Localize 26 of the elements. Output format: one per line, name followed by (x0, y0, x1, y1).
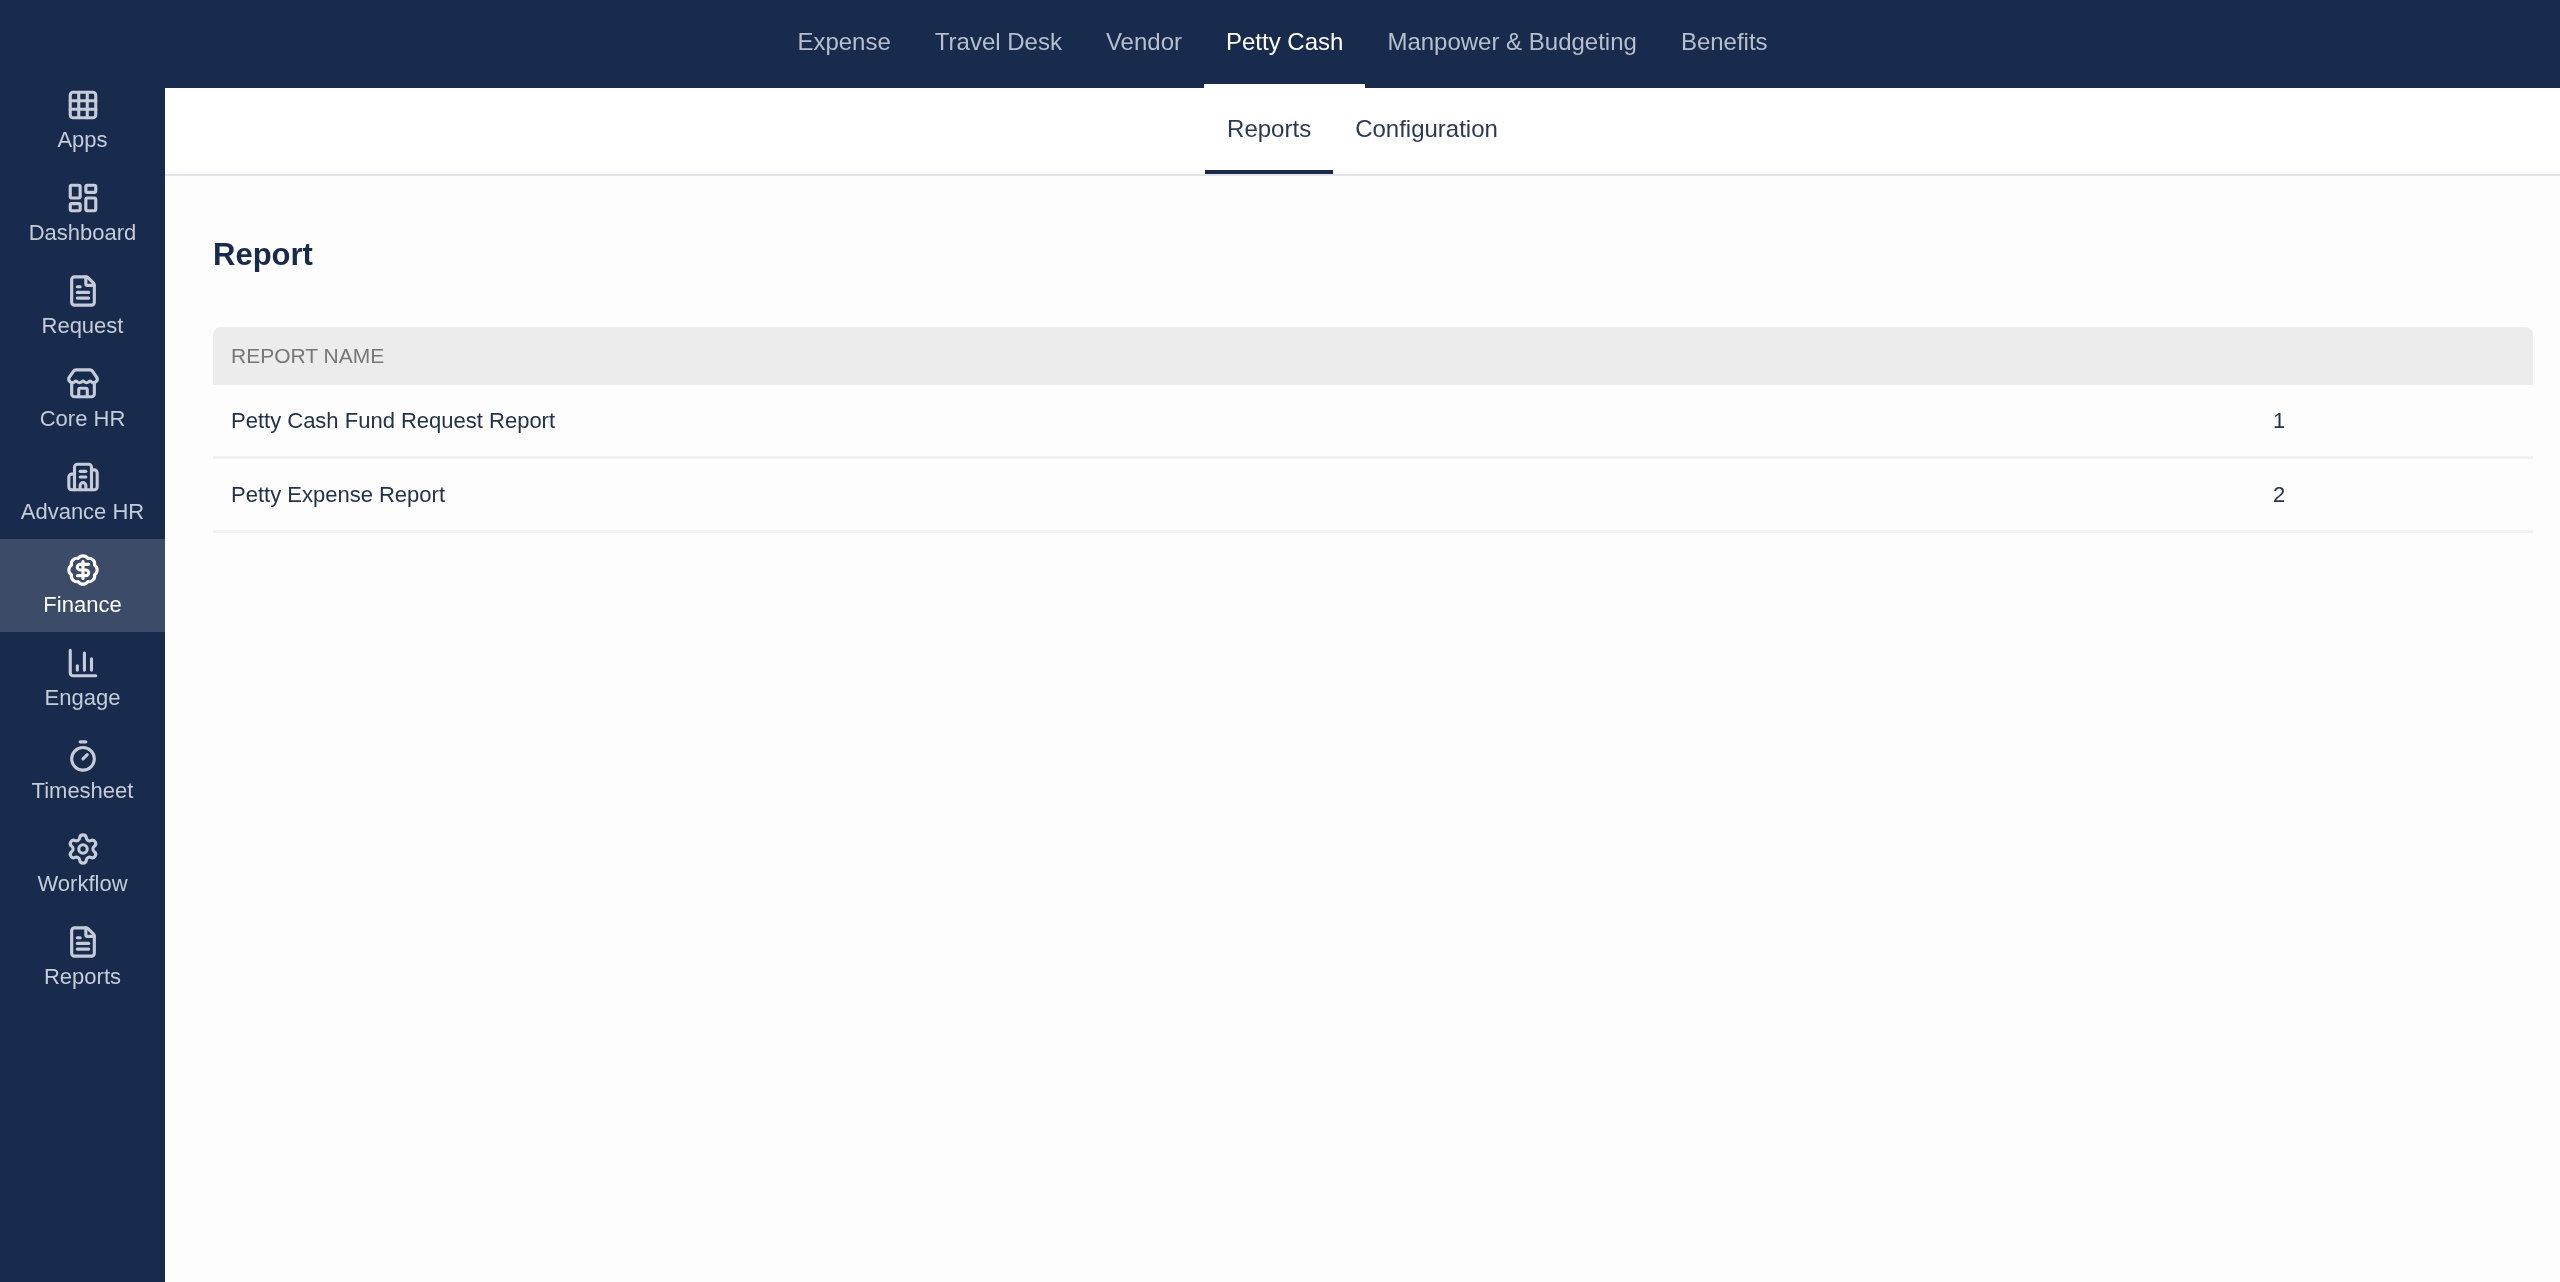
sidebar-item[interactable]: Finance (0, 539, 165, 632)
nav-tab[interactable]: Vendor (1083, 0, 1204, 88)
report-count: 1 (2273, 406, 2287, 435)
sidebar-item[interactable]: Workflow (0, 818, 165, 911)
report-name: Petty Expense Report (231, 480, 446, 509)
store-icon (65, 366, 100, 401)
sub-tab[interactable]: Configuration (1333, 88, 1520, 174)
column-header: REPORT NAME (231, 342, 385, 369)
nav-tab[interactable]: Manpower & Budgeting (1365, 0, 1659, 88)
sidebar-item[interactable]: Request (0, 260, 165, 353)
sidebar-item[interactable]: Core HR (0, 353, 165, 446)
sidebar-item[interactable]: Reports (0, 911, 165, 1004)
table-row[interactable]: Petty Cash Fund Request Report 1 (213, 384, 2533, 459)
sidebar-item[interactable]: Dashboard (0, 167, 165, 260)
nav-tab[interactable]: Benefits (1658, 0, 1790, 88)
page-title: Report (213, 236, 314, 274)
nav-tab[interactable]: Expense (775, 0, 913, 88)
sub-tab[interactable]: Reports (1205, 88, 1334, 174)
nav-tab[interactable]: Travel Desk (912, 0, 1084, 88)
sidebar-item[interactable]: Apps (0, 74, 165, 167)
report-name: Petty Cash Fund Request Report (231, 406, 557, 435)
sidebar-item[interactable]: Engage (0, 632, 165, 725)
sidebar-item[interactable]: Advance HR (0, 446, 165, 539)
table-row[interactable]: Petty Expense Report 2 (213, 458, 2533, 533)
report-count: 2 (2273, 480, 2287, 509)
sidebar-item[interactable]: Timesheet (0, 725, 165, 818)
